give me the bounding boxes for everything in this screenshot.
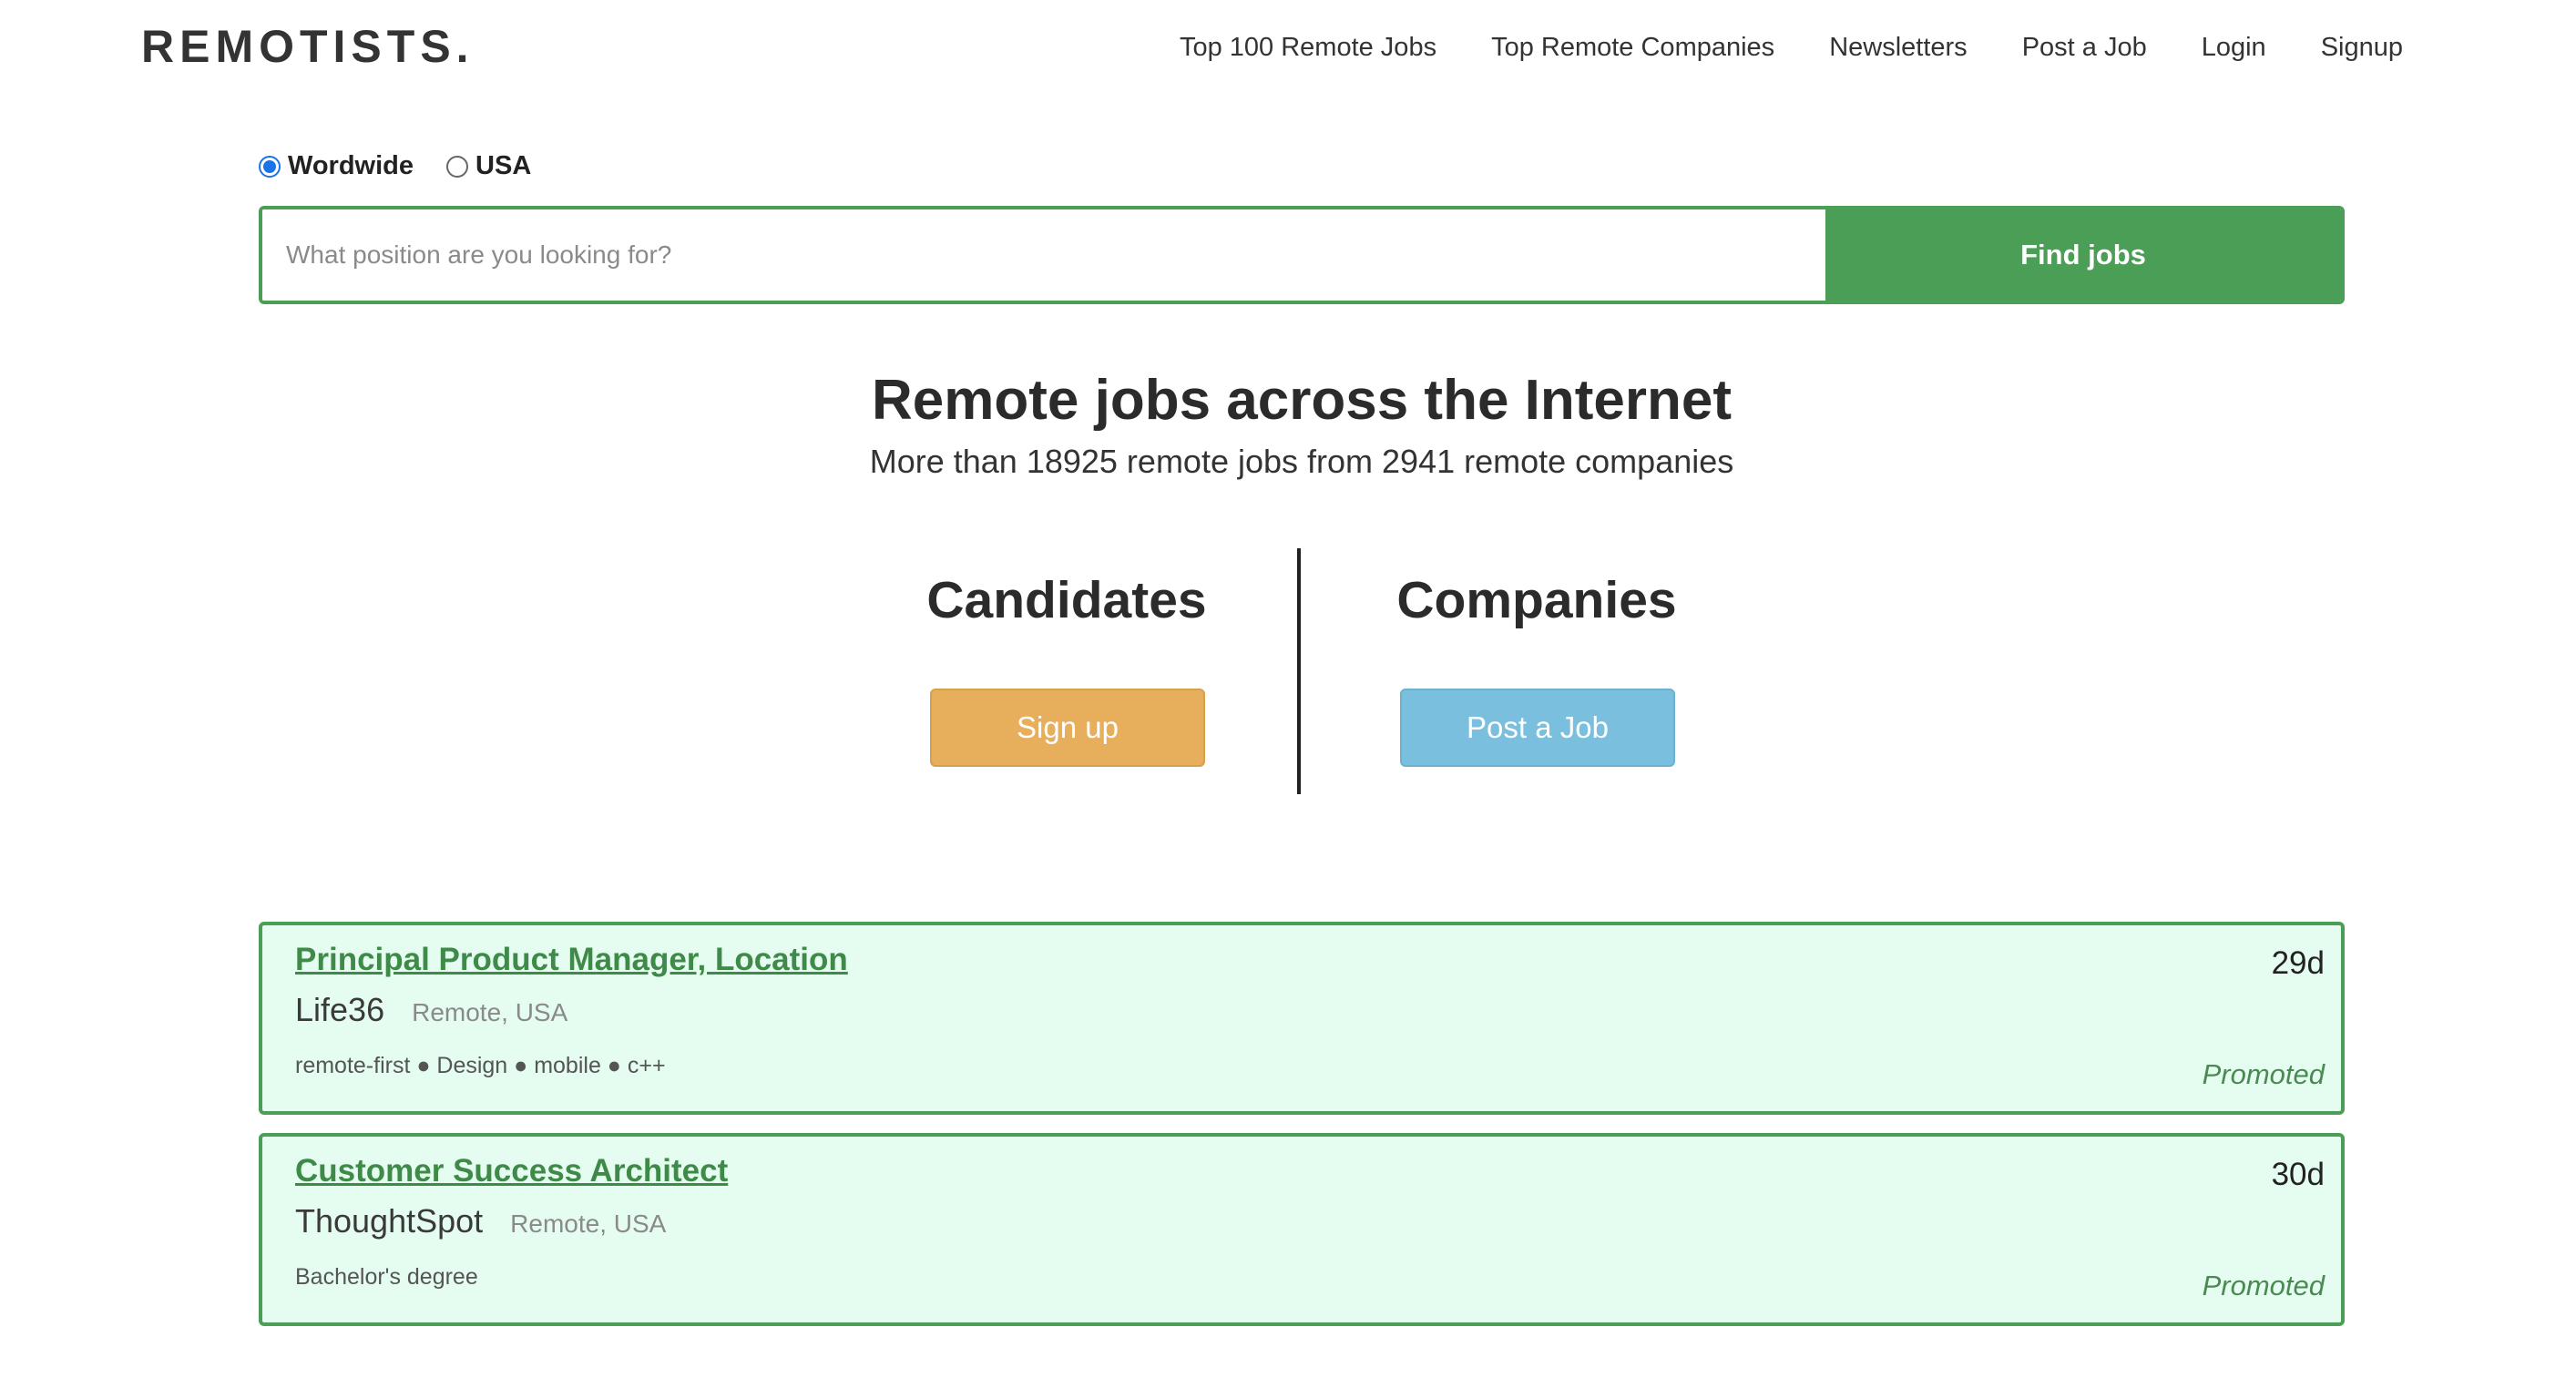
region-option-usa[interactable]: USA xyxy=(446,151,531,181)
site-header: REMOTISTS. Top 100 Remote Jobs Top Remot… xyxy=(0,0,2576,100)
job-title-link[interactable]: Principal Product Manager, Location xyxy=(295,942,848,978)
region-option-worldwide[interactable]: Wordwide xyxy=(259,151,414,181)
region-worldwide-label: Wordwide xyxy=(288,151,414,180)
job-title-link[interactable]: Customer Success Architect xyxy=(295,1153,728,1189)
region-worldwide-radio[interactable] xyxy=(259,155,281,178)
post-a-job-button[interactable]: Post a Job xyxy=(1400,689,1675,767)
sign-up-button[interactable]: Sign up xyxy=(930,689,1205,767)
job-promoted-badge: Promoted xyxy=(2202,1270,2325,1301)
candidates-heading: Candidates xyxy=(926,571,1207,629)
job-age: 30d xyxy=(2271,1157,2325,1192)
job-search-input[interactable] xyxy=(262,209,1825,301)
section-divider xyxy=(1297,548,1301,794)
hero-subtitle: More than 18925 remote jobs from 2941 re… xyxy=(869,443,1734,480)
nav-signup[interactable]: Signup xyxy=(2321,33,2403,63)
job-company: Life36 xyxy=(295,991,385,1028)
job-meta: Life36 Remote, USA xyxy=(295,991,567,1029)
region-usa-radio[interactable] xyxy=(446,155,469,178)
nav-top-remote-companies[interactable]: Top Remote Companies xyxy=(1491,33,1774,63)
job-company: ThoughtSpot xyxy=(295,1202,484,1240)
job-promoted-badge: Promoted xyxy=(2202,1058,2325,1090)
job-meta: ThoughtSpot Remote, USA xyxy=(295,1202,666,1240)
main-nav: Top 100 Remote Jobs Top Remote Companies… xyxy=(1180,33,2403,63)
job-tags: remote-first ● Design ● mobile ● c++ xyxy=(295,1053,666,1078)
job-search-bar: Find jobs xyxy=(259,206,2345,304)
nav-login[interactable]: Login xyxy=(2202,33,2266,63)
job-location: Remote, USA xyxy=(412,998,568,1026)
nav-post-a-job[interactable]: Post a Job xyxy=(2022,33,2147,63)
region-usa-label: USA xyxy=(475,151,532,180)
job-age: 29d xyxy=(2271,945,2325,981)
nav-top-100-remote-jobs[interactable]: Top 100 Remote Jobs xyxy=(1180,33,1436,63)
job-tags: Bachelor's degree xyxy=(295,1264,478,1290)
job-card[interactable]: Customer Success Architect ThoughtSpot R… xyxy=(259,1133,2345,1326)
nav-newsletters[interactable]: Newsletters xyxy=(1829,33,1968,63)
companies-heading: Companies xyxy=(1396,571,1677,629)
region-selector: Wordwide USA xyxy=(259,151,531,181)
job-location: Remote, USA xyxy=(510,1209,667,1238)
hero-title: Remote jobs across the Internet xyxy=(871,369,1733,432)
find-jobs-button[interactable]: Find jobs xyxy=(1825,209,2341,301)
job-card[interactable]: Principal Product Manager, Location Life… xyxy=(259,922,2345,1115)
site-logo[interactable]: REMOTISTS. xyxy=(141,20,475,73)
